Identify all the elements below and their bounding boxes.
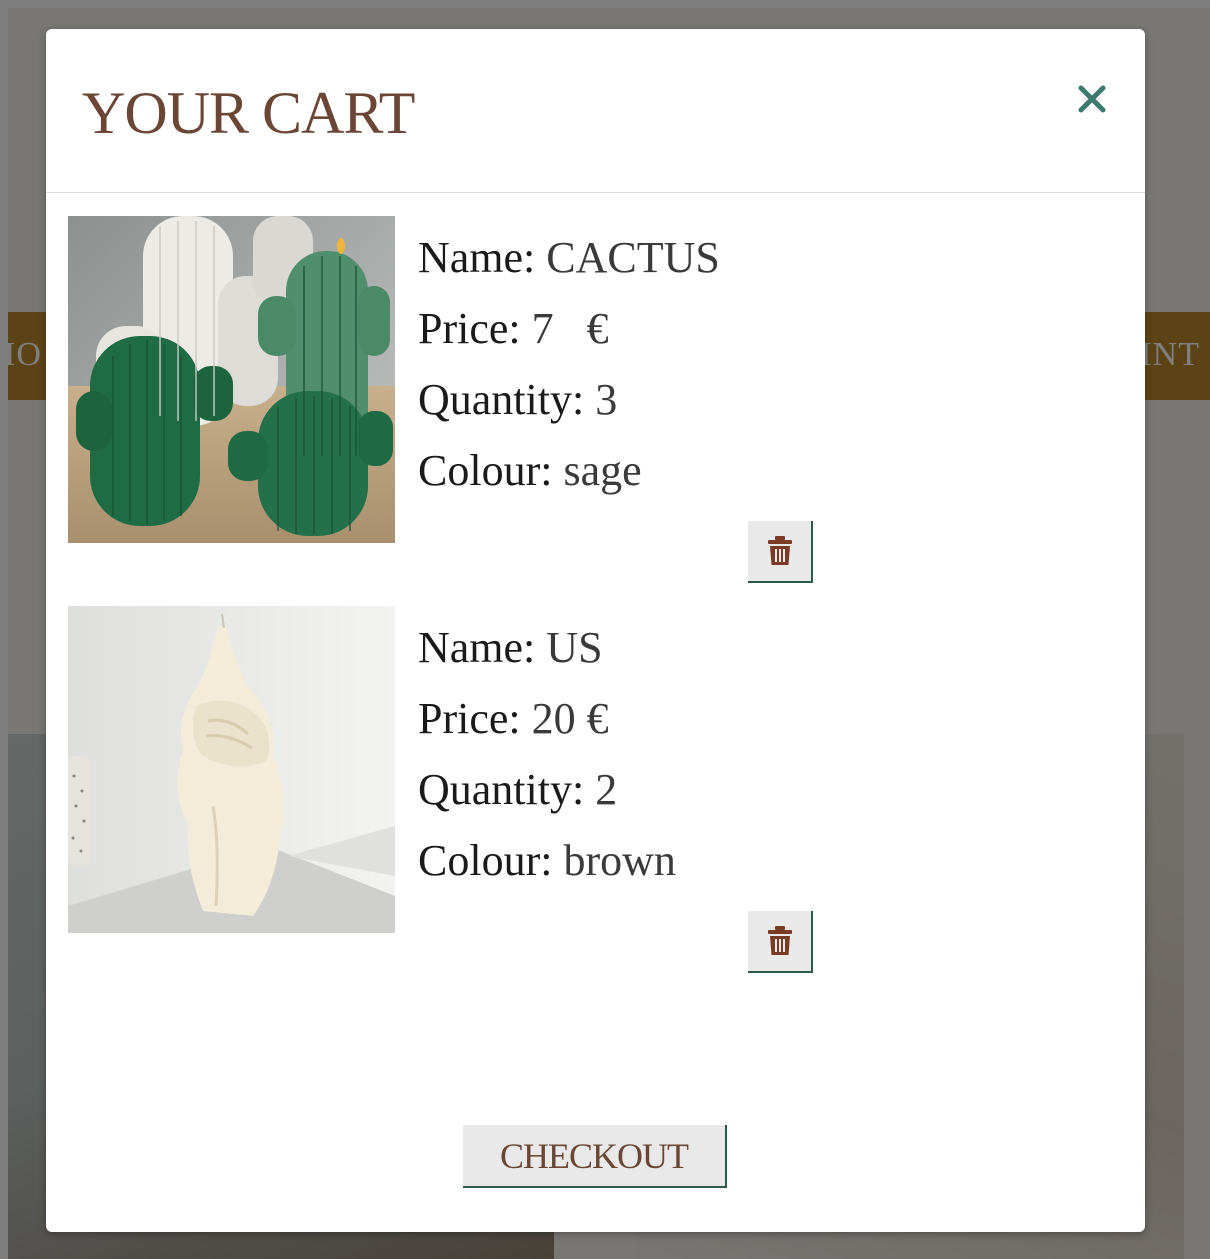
item-price-line: Price: 20 €	[418, 683, 676, 754]
colour-label: Colour:	[418, 446, 553, 495]
close-button[interactable]	[1070, 77, 1114, 121]
price-label: Price:	[418, 694, 521, 743]
modal-header: YOUR CART	[46, 29, 1145, 193]
delete-item-button[interactable]	[748, 521, 813, 583]
colour-label: Colour:	[418, 836, 553, 885]
item-colour: brown	[552, 836, 676, 885]
item-quantity-line: Quantity: 2	[418, 754, 676, 825]
checkout-button[interactable]: CHECKOUT	[463, 1125, 727, 1188]
item-colour-line: Colour: sage	[418, 435, 720, 506]
item-details: Name: US Price: 20 € Quantity: 2 Colour:…	[418, 612, 676, 896]
page: IO INT YOUR CART	[0, 0, 1210, 1259]
item-quantity-line: Quantity: 3	[418, 364, 720, 435]
item-colour-line: Colour: brown	[418, 825, 676, 896]
close-icon	[1078, 85, 1106, 113]
item-price: 7 €	[520, 304, 609, 353]
trash-icon	[767, 926, 792, 955]
item-details: Name: CACTUS Price: 7 € Quantity: 3 Colo…	[418, 222, 720, 506]
item-name-line: Name: US	[418, 612, 676, 683]
item-name: CACTUS	[535, 233, 720, 282]
trash-icon	[767, 536, 792, 565]
item-quantity: 2	[584, 765, 618, 814]
cart-item: Name: CACTUS Price: 7 € Quantity: 3 Colo…	[68, 216, 1128, 596]
item-quantity: 3	[584, 375, 618, 424]
item-price: 20 €	[520, 694, 609, 743]
item-colour: sage	[552, 446, 642, 495]
item-price-line: Price: 7 €	[418, 293, 720, 364]
item-name-line: Name: CACTUS	[418, 222, 720, 293]
cart-modal: YOUR CART Name: CACTUS Price: 7 € Quanti…	[46, 29, 1145, 1232]
price-label: Price:	[418, 304, 521, 353]
cart-item: Name: US Price: 20 € Quantity: 2 Colour:…	[68, 606, 1128, 986]
quantity-label: Quantity:	[418, 375, 585, 424]
delete-item-button[interactable]	[748, 911, 813, 973]
quantity-label: Quantity:	[418, 765, 585, 814]
name-label: Name:	[418, 233, 536, 282]
name-label: Name:	[418, 623, 536, 672]
modal-title: YOUR CART	[82, 80, 415, 146]
hands-candle-image	[68, 606, 395, 933]
cactus-candle-image	[68, 216, 395, 543]
item-name: US	[535, 623, 603, 672]
